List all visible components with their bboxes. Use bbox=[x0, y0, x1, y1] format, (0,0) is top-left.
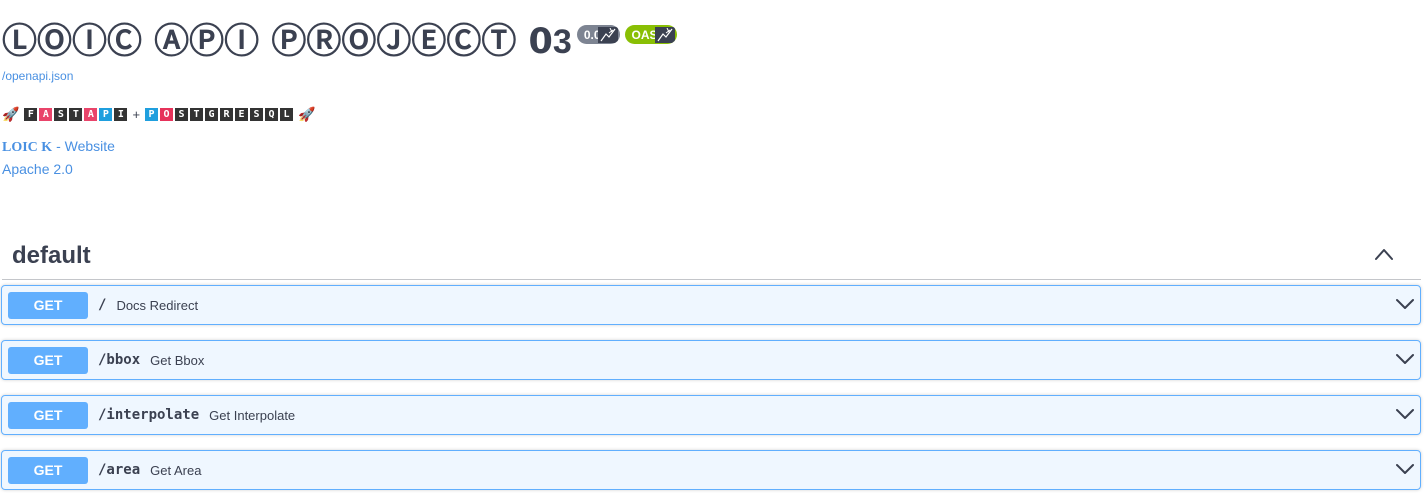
version-badge: 0.0 bbox=[576, 25, 620, 44]
rocket-icon: 🚀 bbox=[298, 106, 316, 122]
chevron-down-icon[interactable] bbox=[1396, 407, 1414, 421]
banner-letter: E bbox=[235, 108, 249, 121]
broken-image-icon bbox=[654, 26, 675, 43]
banner-letter: R bbox=[220, 108, 234, 121]
banner-letter: F bbox=[24, 108, 38, 121]
tag-section-header[interactable]: default bbox=[2, 232, 1421, 280]
broken-image-icon bbox=[597, 26, 618, 43]
banner-letter: P bbox=[145, 108, 159, 121]
method-badge: GET bbox=[8, 456, 88, 484]
operation-get-area[interactable]: GET /area Get Area bbox=[1, 450, 1421, 490]
chevron-up-icon[interactable] bbox=[1374, 246, 1394, 262]
operation-summary: Get Bbox bbox=[150, 352, 205, 368]
banner-letter: G bbox=[205, 108, 219, 121]
banner-letter: T bbox=[69, 108, 83, 121]
operation-path: /interpolate bbox=[98, 407, 200, 423]
banner-letter: Q bbox=[265, 108, 279, 121]
openapi-json-link[interactable]: /openapi.json bbox=[2, 69, 73, 83]
operation-path: /area bbox=[98, 462, 141, 478]
oas-badge: OAS bbox=[624, 25, 677, 44]
method-badge: GET bbox=[8, 291, 88, 319]
page-title: ⓁⓄⒾⒸ ⒶⓅⒾ ⓅⓇⓄⒿⒺⒸⓉ 03 bbox=[2, 22, 572, 62]
method-badge: GET bbox=[8, 401, 88, 429]
operation-get-interpolate[interactable]: GET /interpolate Get Interpolate bbox=[1, 395, 1421, 435]
title-tail: 3 bbox=[552, 23, 572, 61]
method-badge: GET bbox=[8, 346, 88, 374]
banner-plus: + bbox=[132, 107, 141, 122]
operation-summary: Get Area bbox=[150, 462, 202, 478]
chevron-down-icon[interactable] bbox=[1396, 352, 1414, 366]
api-info: ⓁⓄⒾⒸ ⒶⓅⒾ ⓅⓇⓄⒿⒺⒸⓉ 03 0.0 OAS /openapi.jso… bbox=[2, 0, 1422, 177]
banner-letter: A bbox=[39, 108, 53, 121]
rocket-icon: 🚀 bbox=[2, 106, 20, 122]
operation-summary: Get Interpolate bbox=[209, 407, 296, 423]
title-text: ⓁⓄⒾⒸ ⒶⓅⒾ ⓅⓇⓄⒿⒺⒸⓉ 0 bbox=[2, 22, 553, 62]
banner-letter: O bbox=[160, 108, 174, 121]
banner-letter: T bbox=[190, 108, 204, 121]
operation-get-bbox[interactable]: GET /bbox Get Bbox bbox=[1, 340, 1421, 380]
banner-letter: P bbox=[99, 108, 113, 121]
contact-link[interactable]: LOIC K - Website bbox=[2, 138, 115, 156]
tag-name: default bbox=[12, 241, 91, 269]
banner-letter: S bbox=[54, 108, 68, 121]
banner-letter: S bbox=[175, 108, 189, 121]
banner-letter: L bbox=[280, 108, 294, 121]
contact-website[interactable]: - Website bbox=[52, 138, 115, 154]
banner-letter: S bbox=[250, 108, 264, 121]
title-row: ⓁⓄⒾⒸ ⒶⓅⒾ ⓅⓇⓄⒿⒺⒸⓉ 03 0.0 OAS bbox=[2, 0, 1422, 68]
contact-name[interactable]: LOIC K bbox=[2, 140, 52, 155]
description-banner: 🚀 F A S T A P I + P O S T G R E S Q L 🚀 bbox=[2, 106, 320, 123]
banner-letter: A bbox=[84, 108, 98, 121]
license-link[interactable]: Apache 2.0 bbox=[2, 161, 73, 177]
chevron-down-icon[interactable] bbox=[1396, 462, 1414, 476]
banner-letter: I bbox=[114, 108, 128, 121]
operation-path: /bbox bbox=[98, 352, 141, 368]
operation-get-root[interactable]: GET / Docs Redirect bbox=[1, 285, 1421, 325]
chevron-down-icon[interactable] bbox=[1396, 297, 1414, 311]
operation-path: / bbox=[98, 297, 107, 313]
operation-summary: Docs Redirect bbox=[116, 297, 199, 313]
